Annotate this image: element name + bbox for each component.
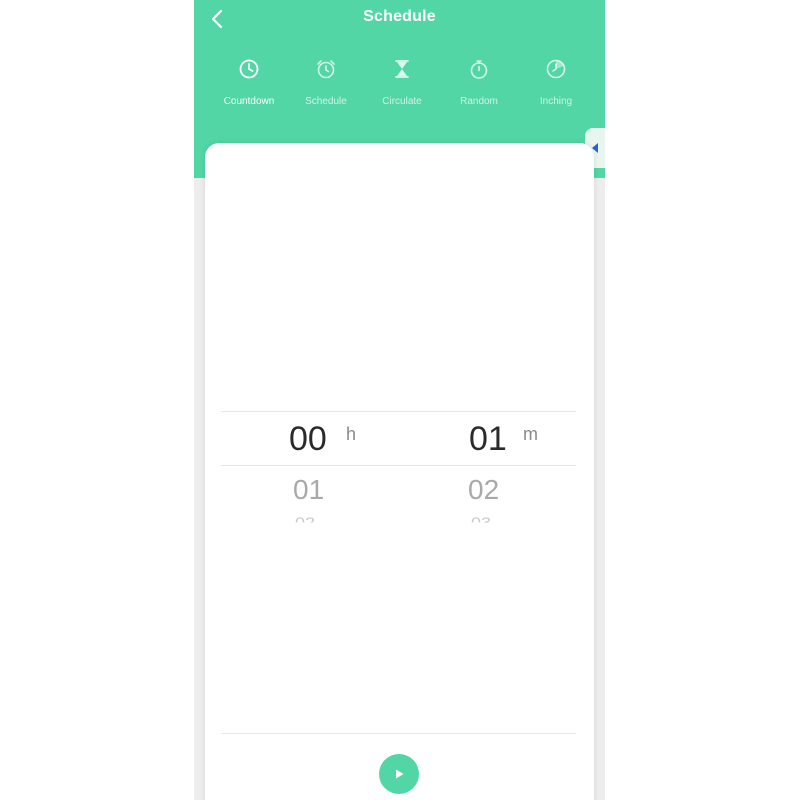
tab-countdown[interactable]: Countdown [211,56,287,112]
app-screen: Schedule Countdown Schedule Circulate Ra… [0,0,800,800]
tab-label: Schedule [305,96,347,107]
phone-frame: Schedule Countdown Schedule Circulate Ra… [194,0,605,800]
timer-icon [543,56,569,82]
tab-label: Circulate [382,96,422,107]
clock-icon [236,56,262,82]
minutes-next2-value[interactable]: 03 [471,515,491,523]
alarm-clock-icon [313,56,339,82]
hourglass-icon [389,56,415,82]
selection-bottom-divider [221,465,576,466]
hours-selected-value[interactable]: 00 [289,420,327,459]
tab-schedule[interactable]: Schedule [288,56,364,112]
mode-tabs: Countdown Schedule Circulate Random Inch… [211,56,605,116]
hours-unit: h [346,424,357,444]
tab-label: Random [460,96,498,107]
countdown-card: 00 h 01 02 01 m 02 03 [205,143,594,800]
page-title: Schedule [363,8,436,25]
play-icon [396,769,404,779]
minutes-selected-value[interactable]: 01 [469,420,507,459]
time-picker: 00 h 01 02 01 m 02 03 [221,411,576,541]
footer-divider [221,733,576,734]
stopwatch-icon [466,56,492,82]
tab-circulate[interactable]: Circulate [364,56,440,112]
tab-label: Countdown [223,96,275,107]
minutes-next-value[interactable]: 02 [468,474,499,506]
tab-random[interactable]: Random [441,56,517,112]
start-button[interactable] [379,754,419,794]
selection-top-divider [221,411,576,412]
minutes-unit: m [523,424,538,444]
hours-next-value[interactable]: 01 [293,474,324,506]
tab-inching[interactable]: Inching [518,56,594,112]
tab-label: Inching [539,96,573,107]
hours-next2-value[interactable]: 02 [295,515,315,523]
